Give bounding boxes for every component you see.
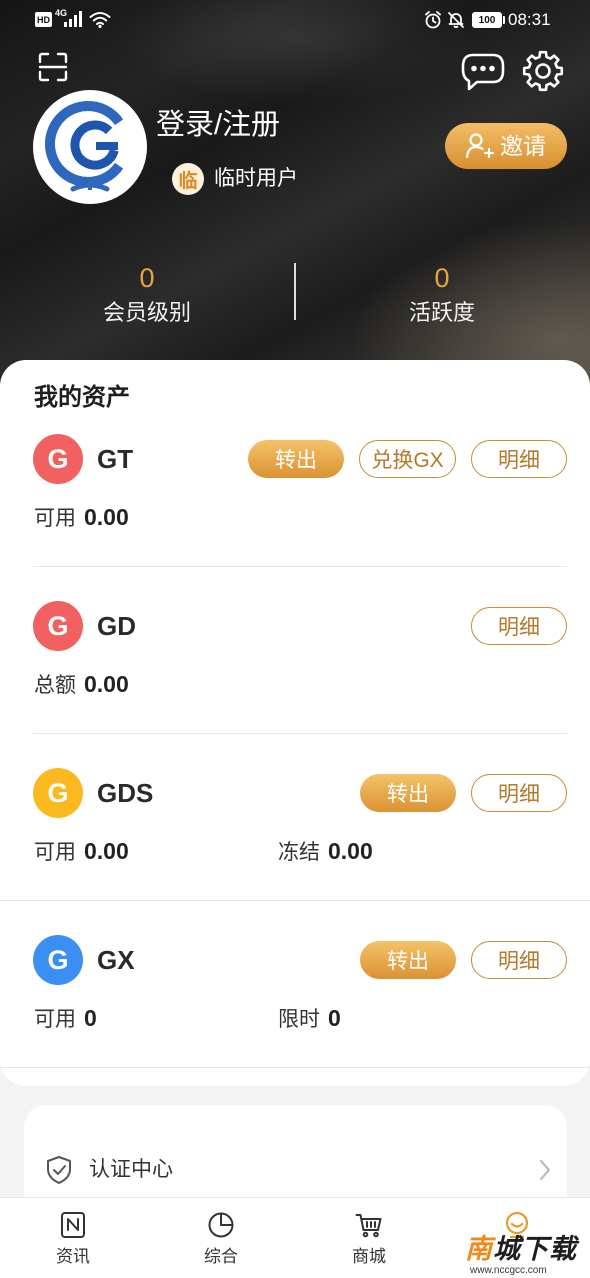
field-label: 总额 xyxy=(34,674,76,697)
menu-item-certification[interactable]: 认证中心 xyxy=(24,1135,567,1205)
divider xyxy=(33,566,567,567)
asset-actions: 明细 xyxy=(471,607,567,645)
stat-label: 活跃度 xyxy=(408,300,475,325)
field-value: 0.00 xyxy=(84,838,129,864)
asset-row-gds: G GDS 转出 明细 可用 0.00 冻结 0.00 xyxy=(0,754,590,901)
pie-chart-icon xyxy=(208,1212,234,1238)
balance-field: 可用 0 xyxy=(34,1001,97,1037)
g-logo-icon xyxy=(44,101,124,192)
transfer-out-button[interactable]: 转出 xyxy=(248,440,344,478)
frozen-field: 冻结 0.00 xyxy=(278,834,373,870)
asset-row-gd: G GD 明细 总额 0.00 xyxy=(0,587,590,734)
watermark-brand: 南城下载 xyxy=(465,1234,577,1264)
field-label: 可用 xyxy=(34,1008,76,1031)
asset-row-gt: G GT 转出 兑换GX 明细 可用 0.00 xyxy=(0,420,590,567)
gt-coin-icon: G xyxy=(33,434,83,484)
stat-member-level[interactable]: 0 会员级别 xyxy=(47,262,247,329)
chat-bubble-icon[interactable] xyxy=(461,52,505,92)
clock: 08:31 xyxy=(508,10,551,29)
asset-name: GX xyxy=(97,945,135,975)
field-value: 0.00 xyxy=(84,504,129,530)
login-register-link[interactable]: 登录/注册 xyxy=(156,106,280,144)
exchange-gx-button[interactable]: 兑换GX xyxy=(359,440,456,478)
divider xyxy=(0,1067,590,1068)
nav-item-mall[interactable]: 商城 xyxy=(295,1198,443,1278)
battery-nub xyxy=(503,16,505,24)
wifi-icon xyxy=(89,12,111,28)
field-label: 限时 xyxy=(278,1008,320,1031)
field-label: 可用 xyxy=(34,841,76,864)
field-value: 0.00 xyxy=(84,671,129,697)
avatar[interactable] xyxy=(33,90,147,204)
stat-value: 0 xyxy=(434,263,450,293)
stat-divider xyxy=(294,263,296,320)
details-button[interactable]: 明细 xyxy=(471,440,567,478)
nav-label: 综合 xyxy=(204,1247,238,1266)
balance-field: 可用 0.00 xyxy=(34,834,129,870)
menu-item-label: 认证中心 xyxy=(89,1158,173,1181)
gds-coin-icon: G xyxy=(33,768,83,818)
field-value: 0 xyxy=(84,1005,97,1031)
divider xyxy=(0,900,590,901)
gd-coin-icon: G xyxy=(33,601,83,651)
signal-icon xyxy=(64,11,82,27)
details-button[interactable]: 明细 xyxy=(471,941,567,979)
divider xyxy=(33,733,567,734)
stat-label: 会员级别 xyxy=(102,300,191,325)
nav-label: 资讯 xyxy=(56,1247,90,1266)
hd-indicator: HD xyxy=(35,12,52,27)
field-value: 0.00 xyxy=(328,838,373,864)
field-value: 0 xyxy=(328,1005,341,1031)
asset-actions: 转出 兑换GX 明细 xyxy=(248,440,567,478)
details-button[interactable]: 明细 xyxy=(471,774,567,812)
balance-field: 可用 0.00 xyxy=(34,500,129,536)
asset-actions: 转出 明细 xyxy=(360,774,567,812)
bell-off-icon xyxy=(448,12,464,29)
chevron-right-icon xyxy=(539,1159,551,1181)
shield-check-icon xyxy=(47,1156,71,1184)
invite-label: 邀请 xyxy=(500,133,546,159)
section-title: 我的资产 xyxy=(34,384,130,411)
scan-icon[interactable] xyxy=(38,52,68,82)
asset-row-gx: G GX 转出 明细 可用 0 限时 0 xyxy=(0,921,590,1068)
transfer-out-button[interactable]: 转出 xyxy=(360,941,456,979)
alarm-icon xyxy=(425,11,441,29)
field-label: 可用 xyxy=(34,507,76,530)
gear-icon[interactable] xyxy=(521,49,565,93)
gx-coin-icon: G xyxy=(33,935,83,985)
my-assets-card: 我的资产 G GT 转出 兑换GX 明细 可用 0.00 G GD 明细 总额 0.… xyxy=(0,360,590,1086)
stat-activity[interactable]: 0 活跃度 xyxy=(342,262,542,329)
temp-user-badge: 临 xyxy=(172,163,204,195)
battery-indicator: 100 xyxy=(472,12,502,28)
nav-label: 商城 xyxy=(352,1247,386,1266)
nav-item-overview[interactable]: 综合 xyxy=(147,1198,295,1278)
details-button[interactable]: 明细 xyxy=(471,607,567,645)
asset-actions: 转出 明细 xyxy=(360,941,567,979)
transfer-out-button[interactable]: 转出 xyxy=(360,774,456,812)
time-limited-field: 限时 0 xyxy=(278,1001,341,1037)
shopping-cart-icon xyxy=(355,1214,382,1238)
nav-item-news[interactable]: 资讯 xyxy=(0,1198,147,1278)
balance-field: 总额 0.00 xyxy=(34,667,129,703)
asset-name: GD xyxy=(97,611,136,641)
asset-name: GDS xyxy=(97,778,154,808)
field-label: 冻结 xyxy=(278,841,320,864)
asset-name: GT xyxy=(97,444,134,474)
newspaper-icon xyxy=(61,1212,85,1238)
user-type-label: 临时用户 xyxy=(214,167,298,190)
invite-button[interactable]: 邀请 xyxy=(445,123,567,169)
user-plus-icon xyxy=(465,133,495,159)
stat-value: 0 xyxy=(139,263,155,293)
watermark-url: www.nccgcc.com xyxy=(470,1265,547,1276)
